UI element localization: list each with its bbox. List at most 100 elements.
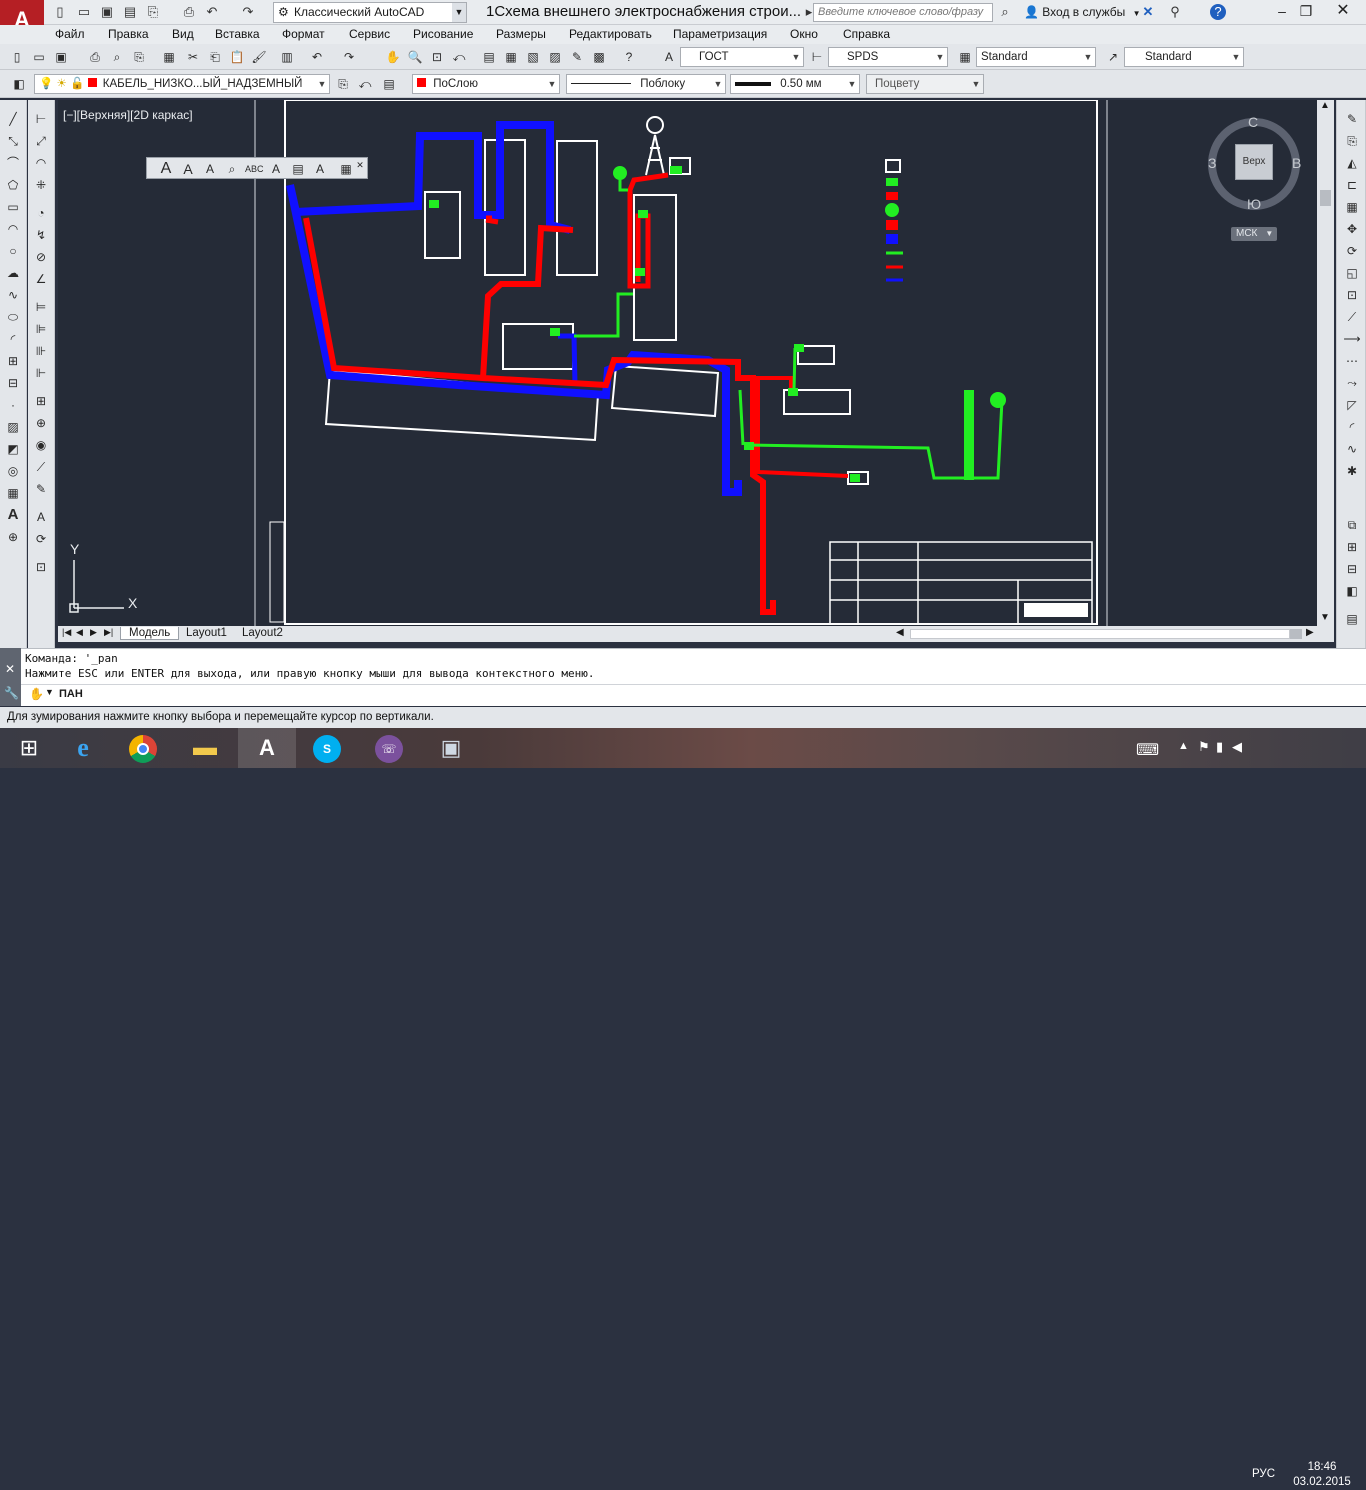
menu-dimension[interactable]: Размеры (496, 27, 546, 41)
text-icon[interactable]: A (157, 160, 175, 178)
edit-text-icon[interactable]: A (201, 160, 219, 178)
dim-style-icon[interactable]: ⊢ (808, 48, 826, 66)
make-block-icon[interactable]: ⊟ (4, 374, 22, 392)
jogged-icon[interactable]: ↯ (32, 226, 50, 244)
wrench-icon[interactable]: 🔧 (4, 686, 19, 700)
ungroup-icon[interactable]: ⊟ (1343, 560, 1361, 578)
multiline-text-icon[interactable]: A (4, 506, 22, 524)
viber-icon[interactable]: ☏ (360, 728, 418, 768)
match-properties-icon[interactable]: 🖌 (250, 48, 268, 66)
revision-cloud-icon[interactable]: ☁ (4, 264, 22, 282)
viewport-controls[interactable]: [−][Верхняя][2D каркас] (63, 108, 193, 122)
dim-style-dropdown[interactable]: SPDS ▼ (828, 47, 948, 67)
pan-icon[interactable]: ✋ (384, 48, 402, 66)
compass-east[interactable]: В (1292, 155, 1301, 171)
compass-south[interactable]: Ю (1247, 196, 1261, 212)
redo-icon[interactable]: ↷ (240, 4, 256, 20)
scroll-thumb[interactable] (1320, 190, 1331, 206)
center-mark-icon[interactable]: ⊕ (32, 414, 50, 432)
linetype-dropdown[interactable]: Поблоку ▼ (566, 74, 726, 94)
break-icon[interactable]: ⋯ (1343, 352, 1361, 370)
viewcube-top-face[interactable]: Верх (1235, 144, 1273, 180)
menu-edit[interactable]: Правка (108, 27, 149, 41)
publish-icon[interactable]: ⎘ (145, 4, 161, 20)
rectangle-icon[interactable]: ▭ (4, 198, 22, 216)
menu-view[interactable]: Вид (172, 27, 194, 41)
print-icon[interactable]: ⎙ (181, 4, 197, 20)
print-preview-icon[interactable]: ⌕ (108, 48, 126, 66)
arc-icon[interactable]: ◠ (4, 220, 22, 238)
point-icon[interactable]: · (4, 396, 22, 414)
table-style-icon[interactable]: ▦ (956, 48, 974, 66)
menu-parametric[interactable]: Параметризация (673, 27, 767, 41)
menu-draw[interactable]: Рисование (413, 27, 473, 41)
mleader-style-dropdown[interactable]: Standard ▼ (1124, 47, 1244, 67)
rotate-icon[interactable]: ⟳ (1343, 242, 1361, 260)
prev-tab-icon[interactable]: ◀ (76, 627, 83, 638)
vertical-scrollbar[interactable]: ▲ ▼ (1317, 100, 1334, 626)
dimension-edit-icon[interactable]: ✎ (32, 480, 50, 498)
sheet-set-icon[interactable]: ▨ (546, 48, 564, 66)
mleader-style-icon[interactable]: ↗ (1104, 48, 1122, 66)
chrome-icon[interactable] (114, 728, 172, 768)
trim-icon[interactable]: ⟋ (1343, 308, 1361, 326)
flag-icon[interactable]: ⚑ (1198, 739, 1210, 755)
save-icon[interactable]: ▣ (52, 48, 70, 66)
open-file-icon[interactable]: ▭ (76, 4, 92, 20)
arc-length-icon[interactable]: ◠ (32, 154, 50, 172)
compass-north[interactable]: С (1248, 114, 1258, 130)
skype-icon[interactable]: S (298, 728, 356, 768)
spellcheck-icon[interactable]: ABC (245, 160, 264, 178)
zoom-previous-icon[interactable]: ⤺ (450, 48, 468, 66)
table-style-dropdown[interactable]: Standard ▼ (976, 47, 1096, 67)
fillet-icon[interactable]: ◜ (1343, 418, 1361, 436)
menu-window[interactable]: Окно (790, 27, 818, 41)
paste-icon[interactable]: 📋 (228, 48, 246, 66)
input-language[interactable]: РУС (1252, 1468, 1275, 1480)
copy-icon[interactable]: ⎗ (206, 48, 224, 66)
help-icon[interactable]: ? (620, 48, 638, 66)
zoom-realtime-icon[interactable]: 🔍 (406, 48, 424, 66)
erase-icon[interactable]: ✎ (1343, 110, 1361, 128)
text-style-dropdown[interactable]: ГОСТ ▼ (680, 47, 804, 67)
line-icon[interactable]: ╱ (4, 110, 22, 128)
3d-print-icon[interactable]: ▦ (160, 48, 178, 66)
redo-icon[interactable]: ↷ (340, 48, 358, 66)
convert-text-icon[interactable]: ▦ (337, 160, 355, 178)
layer-manager-icon[interactable]: ◧ (10, 75, 28, 93)
ordinate-icon[interactable]: ⁜ (32, 176, 50, 194)
dimension-update-icon[interactable]: ⟳ (32, 530, 50, 548)
last-tab-icon[interactable]: ▶| (104, 627, 113, 638)
properties-icon[interactable]: ▤ (480, 48, 498, 66)
join-icon[interactable]: ⤳ (1343, 374, 1361, 392)
dimension-text-edit-icon[interactable]: A (32, 508, 50, 526)
menu-insert[interactable]: Вставка (215, 27, 260, 41)
inspection-icon[interactable]: ◉ (32, 436, 50, 454)
menu-modify[interactable]: Редактировать (569, 27, 652, 41)
continue-icon[interactable]: ⊪ (32, 342, 50, 360)
make-current-layer-icon[interactable]: ⎘ (334, 75, 352, 93)
baseline-icon[interactable]: ⊫ (32, 320, 50, 338)
horizontal-scrollbar[interactable] (910, 629, 1290, 639)
save-as-icon[interactable]: ▤ (122, 4, 138, 20)
array-icon[interactable]: ▦ (1343, 198, 1361, 216)
blend-icon[interactable]: ∿ (1343, 440, 1361, 458)
circle-icon[interactable]: ○ (4, 242, 22, 260)
restore-button[interactable]: ❐ (1288, 0, 1324, 24)
scroll-left-icon[interactable]: ◀ (896, 627, 904, 638)
design-center-icon[interactable]: ▦ (502, 48, 520, 66)
new-file-icon[interactable]: ▯ (52, 4, 68, 20)
monitor-app-icon[interactable]: ▣ (422, 728, 480, 768)
polyline-icon[interactable]: ⌒ (4, 154, 22, 172)
save-icon[interactable]: ▣ (99, 4, 115, 20)
block-editor-icon[interactable]: ▥ (278, 48, 296, 66)
offset-icon[interactable]: ⊏ (1343, 176, 1361, 194)
polygon-icon[interactable]: ⬠ (4, 176, 22, 194)
workspace-dropdown[interactable]: ⚙ Классический AutoCAD ▼ (273, 2, 467, 23)
extend-icon[interactable]: ⟶ (1343, 330, 1361, 348)
angular-icon[interactable]: ∠ (32, 270, 50, 288)
find-icon[interactable]: ⌕ (223, 160, 241, 178)
single-line-text-icon[interactable]: A (179, 160, 197, 178)
ucs-menu-button[interactable]: МСК ▼ (1231, 227, 1277, 241)
mirror-icon[interactable]: ◭ (1343, 154, 1361, 172)
